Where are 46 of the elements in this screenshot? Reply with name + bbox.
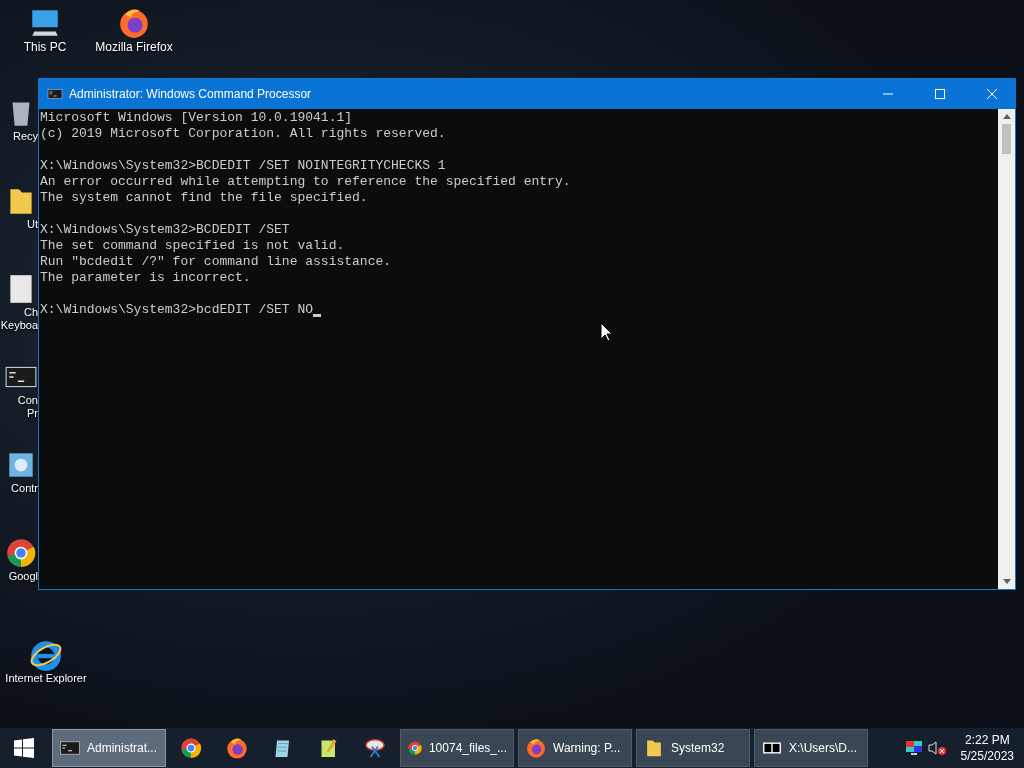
taskbar-button[interactable]: 10074_files_...	[400, 729, 514, 767]
firefox-icon	[225, 736, 249, 760]
terminal-icon	[47, 86, 63, 102]
scroll-down-arrow-icon[interactable]	[1002, 579, 1011, 584]
icon-label: Contr	[11, 482, 38, 495]
firefox-icon	[525, 737, 547, 759]
console-line: The system cannot find the file specified.	[40, 190, 369, 206]
icon-label: Con	[17, 394, 38, 407]
taskbar-button[interactable]: X:\Users\D...	[754, 729, 868, 767]
console-line: An error occurred while attempting to reference the specified entry.	[40, 174, 572, 190]
scroll-up-arrow-icon[interactable]	[1002, 114, 1011, 119]
speaker-muted-icon	[926, 740, 947, 756]
icon-label: Mozilla Firefox	[95, 40, 173, 54]
console-line: The parameter is incorrect.	[40, 270, 252, 286]
console-line: X:\Windows\System32>BCDEDIT /SET NOINTEGRITYCHECKS 1	[40, 158, 447, 174]
color-display-icon	[904, 740, 923, 756]
scissors-icon	[363, 736, 387, 760]
close-icon	[987, 89, 997, 99]
console-line: (c) 2019 Microsoft Corporation. All rights reserved.	[40, 126, 447, 142]
taskbar-button[interactable]: Warning: P...	[518, 729, 632, 767]
window-title: Administrator: Windows Command Processor	[69, 86, 312, 103]
command-input[interactable]: X:\Windows\System32>bcdEDIT /SET NO	[40, 302, 314, 318]
icon-label: Internet Explorer	[5, 672, 87, 685]
icon-label: Pr	[27, 407, 38, 420]
text-cursor	[313, 314, 322, 317]
taskbar-button[interactable]: System32	[636, 729, 750, 767]
scroll-thumb[interactable]	[1002, 124, 1011, 154]
taskbar-button[interactable]: Administrat...	[52, 729, 166, 767]
icon-label: Keyboa	[0, 319, 38, 332]
windows-logo-icon	[14, 738, 34, 758]
browser-e-icon	[29, 638, 63, 672]
scrollbar[interactable]	[998, 109, 1015, 589]
icon-label: This PC	[23, 40, 67, 54]
clock[interactable]: 2:22 PM 5/25/2023	[950, 732, 1024, 764]
icon-label: Recy	[12, 130, 38, 143]
maximize-icon	[935, 89, 945, 99]
icon-label: Googl	[8, 570, 38, 583]
icon-label: Ut	[27, 218, 38, 231]
console-line: X:\Windows\System32>BCDEDIT /SET	[40, 222, 291, 238]
icon-label: Ch	[23, 306, 38, 319]
console-line: Run "bcdedit /?" for command line assistance.	[40, 254, 393, 270]
console-line: Microsoft Windows [Version 10.0.19041.1]	[40, 110, 354, 126]
chrome-icon	[4, 536, 38, 570]
chrome-icon	[179, 736, 203, 760]
mouse-pointer-icon	[600, 322, 612, 342]
console-line: The set command specified is not valid.	[40, 238, 346, 254]
